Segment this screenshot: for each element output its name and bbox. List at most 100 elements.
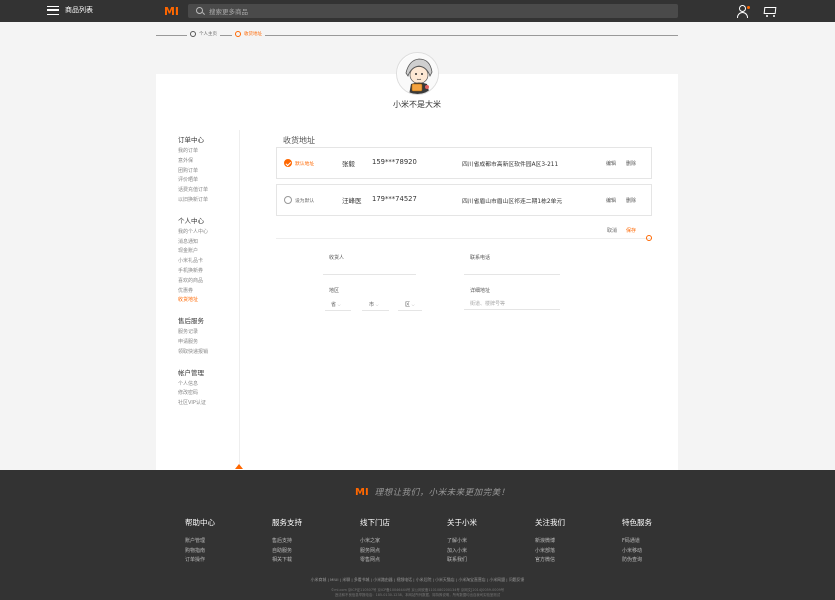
set-default-tag[interactable]: 设为默认: [295, 197, 314, 204]
cancel-button[interactable]: 取消: [607, 227, 617, 234]
footer-link[interactable]: 零售网点: [360, 556, 390, 566]
sidebar-item-tradein-coupon[interactable]: 手机换新券: [178, 267, 238, 277]
sidebar-item-personal-center[interactable]: 我的个人中心: [178, 228, 238, 238]
address-location: 四川省眉山市眉山区祁连二期1栋2单元: [462, 199, 563, 205]
sidebar-item-service-records[interactable]: 服务记录: [178, 328, 238, 338]
search-input[interactable]: 搜索更多商品: [188, 4, 678, 18]
edit-address-button[interactable]: 编辑: [606, 197, 616, 204]
footer-col-features: 特色服务 F码通道 小米移动 防伪查询: [622, 517, 652, 566]
sidebar-item-gift-card[interactable]: 小米礼品卡: [178, 257, 238, 267]
search-placeholder: 搜索更多商品: [209, 8, 248, 16]
detail-address-placeholder: 街道、楼牌号等: [470, 301, 506, 307]
sidebar-item-apply-service[interactable]: 申请服务: [178, 338, 238, 348]
set-default-radio-icon[interactable]: [284, 196, 292, 204]
form-divider: [276, 238, 652, 239]
chevron-down-icon: ⌵: [411, 302, 415, 307]
sidebar-item-group-orders[interactable]: 团购订单: [178, 167, 238, 177]
footer-col-title: 关注我们: [535, 518, 565, 527]
footer-link[interactable]: 加入小米: [447, 547, 477, 557]
delete-address-button[interactable]: 删除: [626, 160, 636, 167]
footer-col-title: 关于小米: [447, 518, 477, 527]
footer-col-about: 关于小米 了解小米 加入小米 联系我们: [447, 517, 477, 566]
menu-label: 商品列表: [65, 6, 93, 14]
sidebar-item-express-reimburse[interactable]: 领取快递报销: [178, 348, 238, 358]
sidebar-item-coupons[interactable]: 优惠券: [178, 287, 238, 297]
shopping-cart-icon[interactable]: [762, 6, 778, 17]
district-select[interactable]: 区 ⌵: [405, 301, 415, 308]
sidebar-group-title: 售后服务: [178, 317, 204, 326]
footer-link[interactable]: 小米移动: [622, 547, 652, 557]
footer-legal-2: 违法和不良信息举报电话：185-0130-1238，本网站所列数据，除特殊说明，…: [334, 593, 501, 597]
footer-col-stores: 线下门店 小米之家 服务网点 零售网点: [360, 517, 390, 566]
footer-link[interactable]: 服务网点: [360, 547, 390, 557]
sidebar-group-orders: 订单中心 我的订单 意外保 团购订单 评价晒单 话费充值订单 以旧换新订单: [178, 134, 238, 206]
user-account-icon[interactable]: [736, 5, 750, 18]
mi-logo[interactable]: MI: [164, 4, 179, 18]
footer-link[interactable]: 官方微信: [535, 556, 565, 566]
footer-link[interactable]: 购物指南: [185, 547, 215, 557]
save-button[interactable]: 保存: [626, 227, 636, 234]
avatar[interactable]: [396, 52, 439, 95]
sidebar-item-notifications[interactable]: 消息通知: [178, 238, 238, 248]
breadcrumb-steps: 个人主页 收货地址: [156, 31, 678, 41]
footer-link[interactable]: 联系我们: [447, 556, 477, 566]
step-personal-home[interactable]: 个人主页: [187, 31, 220, 37]
province-value: 省: [331, 302, 337, 308]
sidebar-item-my-orders[interactable]: 我的订单: [178, 147, 238, 157]
footer-link[interactable]: 新浪微博: [535, 537, 565, 547]
footer-link[interactable]: 订单操作: [185, 556, 215, 566]
sidebar-item-personal-info[interactable]: 个人信息: [178, 380, 238, 390]
footer-links[interactable]: 小米商城 | MIUI | 米聊 | 多看书城 | 小米路由器 | 视频电话 |…: [0, 577, 835, 583]
city-select[interactable]: 市 ⌵: [369, 301, 379, 308]
sidebar-item-accident-insurance[interactable]: 意外保: [178, 157, 238, 167]
receiver-input[interactable]: [323, 274, 416, 275]
region-label: 地区: [329, 288, 340, 294]
footer-link[interactable]: 账户管理: [185, 537, 215, 547]
address-card-second[interactable]: 设为默认 汪峰医 179***74527 四川省眉山市眉山区祁连二期1栋2单元 …: [276, 184, 652, 216]
footer-col-title: 帮助中心: [185, 518, 215, 527]
sidebar-item-favorites[interactable]: 喜欢的商品: [178, 277, 238, 287]
footer-link[interactable]: F码通道: [622, 537, 652, 547]
default-tag: 默认地址: [295, 162, 315, 167]
sidebar-group-account: 帐户管理 个人信息 修改密码 社区VIP认证: [178, 367, 238, 409]
sidebar-item-tradein-orders[interactable]: 以旧换新订单: [178, 196, 238, 206]
footer-mi-logo: MI: [355, 486, 369, 498]
caret-indicator-icon: [235, 464, 243, 469]
footer-link[interactable]: 相关下载: [272, 556, 302, 566]
footer-col-follow: 关注我们 新浪微博 小米部落 官方微信: [535, 517, 565, 566]
sidebar-group-personal: 个人中心 我的个人中心 消息通知 现金账户 小米礼品卡 手机换新券 喜欢的商品 …: [178, 215, 238, 306]
step-shipping-address[interactable]: 收货地址: [232, 31, 265, 37]
footer-link[interactable]: 小米之家: [360, 537, 390, 547]
sidebar-item-shipping-address[interactable]: 收货地址: [178, 296, 238, 306]
city-value: 市: [369, 302, 375, 308]
detail-address-input[interactable]: [464, 309, 560, 310]
sidebar-item-vip-verify[interactable]: 社区VIP认证: [178, 399, 238, 409]
sidebar-item-change-password[interactable]: 修改密码: [178, 389, 238, 399]
district-value: 区: [405, 302, 411, 308]
step-label: 收货地址: [244, 32, 262, 37]
footer-col-service: 服务支持 售后支持 自助服务 相关下载: [272, 517, 302, 566]
product-list-menu-button[interactable]: 商品列表: [47, 5, 93, 15]
footer-link[interactable]: 售后支持: [272, 537, 302, 547]
footer-link[interactable]: 小米部落: [535, 547, 565, 557]
phone-input[interactable]: [464, 274, 560, 275]
search-icon: [196, 7, 203, 14]
sidebar-item-cash-account[interactable]: 现金账户: [178, 247, 238, 257]
avatar-character-icon: [397, 53, 438, 94]
phone-label: 联系电话: [470, 255, 491, 261]
edit-address-button[interactable]: 编辑: [606, 160, 616, 167]
chevron-down-icon: ⌵: [337, 302, 341, 307]
sidebar-item-reviews[interactable]: 评价晒单: [178, 176, 238, 186]
delete-address-button[interactable]: 删除: [626, 197, 636, 204]
slogan-text: 理想让我们，小米未来更加完美！: [374, 488, 510, 498]
sidebar-item-topup-orders[interactable]: 话费充值订单: [178, 186, 238, 196]
province-select[interactable]: 省 ⌵: [331, 301, 341, 308]
address-location: 四川省成都市高新区软件园A区3-211: [462, 162, 559, 168]
default-check-icon[interactable]: [284, 159, 292, 167]
address-name: 张毅: [342, 160, 355, 168]
footer-link[interactable]: 防伪查询: [622, 556, 652, 566]
province-underline: [325, 310, 351, 311]
footer-link[interactable]: 了解小米: [447, 537, 477, 547]
address-card-default[interactable]: 默认地址 张毅 159***78920 四川省成都市高新区软件园A区3-211 …: [276, 147, 652, 179]
footer-link[interactable]: 自助服务: [272, 547, 302, 557]
